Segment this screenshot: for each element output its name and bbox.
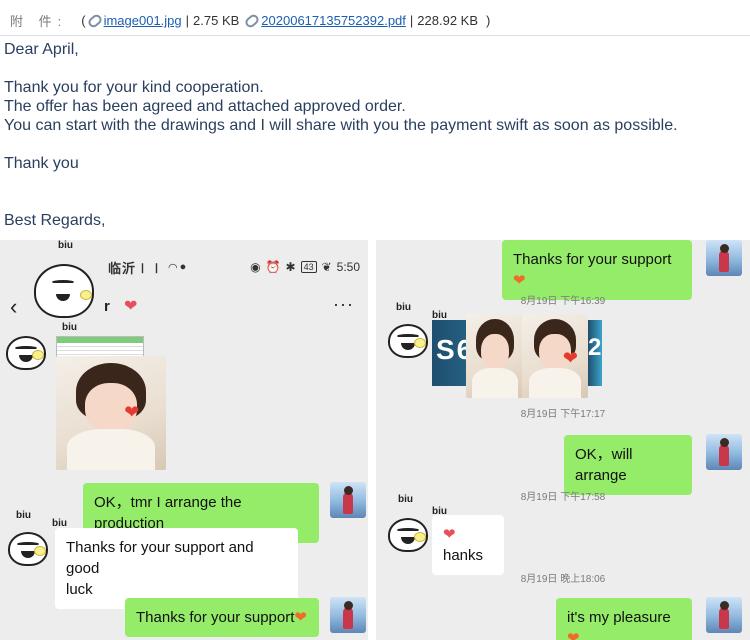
attachment-size-image: 2.75 KB — [193, 13, 240, 28]
received-message[interactable]: ❤hanks — [432, 515, 504, 575]
meme-sticker — [4, 524, 52, 566]
alarm-icon: ⏰ — [265, 260, 281, 274]
photo-message[interactable]: ❤ — [56, 356, 166, 470]
meme-sticker — [384, 316, 432, 358]
email-closing: Best Regards, — [4, 212, 106, 229]
email-thanks: Thank you — [4, 155, 79, 172]
sent-message[interactable]: it's my pleasure❤ — [556, 598, 692, 640]
received-message[interactable]: Thanks for your support and good luck — [55, 528, 298, 609]
eye-icon: ◉ — [250, 260, 261, 274]
heart-icon: ❤ — [443, 526, 456, 543]
photo-message[interactable]: ❤ — [522, 314, 588, 398]
email-line: You can start with the drawings and I wi… — [4, 117, 678, 134]
sticker-caption: biu — [16, 510, 31, 521]
message-timestamp: 8月19日 晚上18:06 — [520, 574, 606, 585]
avatar[interactable] — [330, 597, 366, 633]
sticker-caption: biu — [396, 302, 411, 313]
sticker-caption: biu — [398, 494, 413, 505]
heart-icon: ❤ — [124, 298, 138, 315]
chat-screenshot-right: Thanks for your support❤ 8月19日 下午16:39 b… — [376, 240, 750, 640]
paperclip-icon — [243, 12, 261, 29]
more-options-icon[interactable]: ··· — [333, 294, 354, 315]
avatar[interactable] — [706, 434, 742, 470]
attachments-label: 附 件: — [10, 14, 68, 29]
chat-icon: ● — [179, 261, 187, 273]
meme-sticker — [30, 256, 100, 320]
avatar[interactable] — [330, 482, 366, 518]
back-icon[interactable]: ‹ — [10, 294, 17, 320]
battery-icon: 43 — [300, 261, 317, 273]
email-greeting: Dear April, — [4, 41, 79, 58]
heart-icon: ❤ — [294, 609, 307, 626]
phone-status-bar: 临沂∣∣ ◠ ● ◉ ⏰ ✱ 43 ❦ 5:50 — [108, 258, 360, 276]
email-line: The offer has been agreed and attached a… — [4, 98, 406, 115]
carrier-label: 临沂∣∣ — [108, 260, 165, 276]
heart-icon: ❤ — [562, 347, 578, 368]
attachment-link-pdf[interactable]: 20200617135752392.pdf — [261, 13, 406, 28]
panel-divider — [368, 240, 376, 640]
meme-sticker — [2, 328, 50, 370]
sticker-caption: biu — [62, 322, 77, 333]
sent-message[interactable]: Thanks for your support❤ — [502, 240, 692, 300]
email-body: Dear April, Thank you for your kind coop… — [4, 40, 678, 230]
sent-message[interactable]: OK，will arrange — [564, 435, 692, 495]
heart-icon: ❤ — [513, 272, 526, 289]
attachments-row: 附 件: ( image001.jpg | 2.75 KB 2020061713… — [0, 6, 750, 36]
heart-icon: ❤ — [124, 401, 140, 422]
chat-screenshot-left: 临沂∣∣ ◠ ● ◉ ⏰ ✱ 43 ❦ 5:50 biu ‹ r ❤ ··· b… — [0, 240, 368, 640]
contact-name: r — [104, 298, 110, 315]
attachment-link-image[interactable]: image001.jpg — [104, 13, 182, 28]
sent-message[interactable]: Thanks for your support❤ — [125, 598, 319, 637]
wifi-icon: ◠ — [168, 261, 178, 274]
photo-message[interactable] — [466, 314, 524, 398]
paperclip-icon — [86, 12, 104, 29]
attachment-size-pdf: 228.92 KB — [417, 13, 478, 28]
avatar[interactable] — [706, 597, 742, 633]
email-line: Thank you for your kind cooperation. — [4, 79, 264, 96]
sticker-caption: biu — [58, 240, 73, 251]
clock-time: 5:50 — [336, 260, 360, 274]
heart-icon: ❤ — [567, 630, 580, 640]
image-banner[interactable]: 2 — [588, 320, 602, 386]
meme-sticker — [384, 510, 432, 552]
bluetooth-icon: ✱ — [285, 260, 296, 274]
message-timestamp: 8月19日 下午17:58 — [520, 492, 606, 503]
leaf-icon: ❦ — [321, 260, 332, 274]
message-timestamp: 8月19日 下午16:39 — [520, 296, 606, 307]
email-view: 附 件: ( image001.jpg | 2.75 KB 2020061713… — [0, 0, 750, 240]
message-timestamp: 8月19日 下午17:17 — [520, 409, 606, 420]
avatar[interactable] — [706, 240, 742, 276]
